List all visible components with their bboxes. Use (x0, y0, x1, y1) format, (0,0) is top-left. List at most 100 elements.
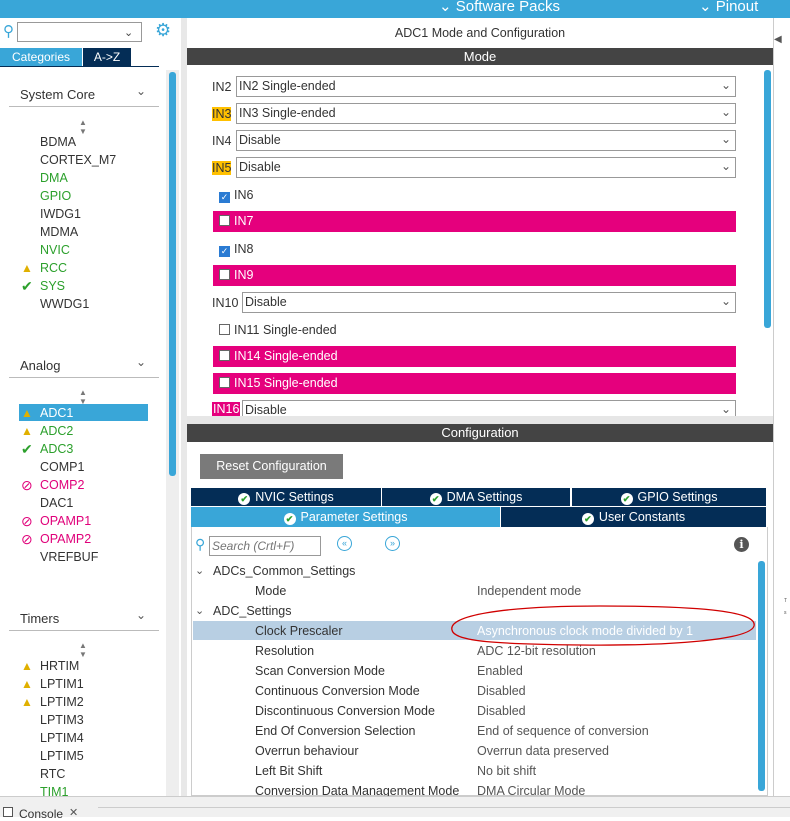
in8-row: ✓ IN8 (219, 242, 254, 257)
list-item-rtc[interactable]: RTC (40, 767, 65, 781)
check-circle-icon: ✔ (238, 493, 251, 505)
search-previous-icon[interactable]: « (337, 536, 352, 551)
system-core-header[interactable]: System Core (20, 87, 95, 102)
param-name-conversion-data-management: Conversion Data Management Mode (255, 784, 460, 796)
in6-row: ✓ IN6 (219, 188, 254, 203)
tab-user-constants[interactable]: ✔ User Constants (501, 507, 766, 527)
collapse-arrow-icon[interactable]: ◀ (774, 34, 782, 45)
list-item-bdma[interactable]: BDMA (40, 135, 76, 149)
warning-icon: ▲ (21, 424, 33, 438)
param-name-clock-prescaler: Clock Prescaler (255, 624, 343, 638)
search-next-icon[interactable]: » (385, 536, 400, 551)
list-item-dma[interactable]: DMA (40, 171, 68, 185)
list-item-lptim4[interactable]: LPTIM4 (40, 731, 84, 745)
group-adc-settings[interactable]: ⌄ ADC_Settings (195, 604, 292, 618)
list-item-lptim2[interactable]: LPTIM2 (40, 695, 84, 709)
chevron-down-icon[interactable]: ⌄ (124, 26, 133, 39)
param-name-left-bit-shift: Left Bit Shift (255, 764, 323, 778)
in16-select[interactable]: Disable ⌄ (242, 400, 736, 416)
list-item-cortex-m7[interactable]: CORTEX_M7 (40, 153, 116, 167)
parameter-scrollbar-thumb[interactable] (758, 561, 765, 791)
reset-configuration-button[interactable]: Reset Configuration (200, 454, 343, 479)
chevron-down-icon[interactable]: ⌄ (136, 608, 146, 622)
list-item-sys[interactable]: SYS (40, 279, 65, 293)
check-circle-icon: ✔ (283, 513, 296, 525)
in8-checkbox[interactable]: ✓ (219, 246, 230, 257)
timers-header[interactable]: Timers (20, 611, 59, 626)
close-icon[interactable]: ✕ (69, 806, 78, 819)
list-item-lptim3[interactable]: LPTIM3 (40, 713, 84, 727)
search-icon: ⚲ (195, 536, 206, 552)
pinout-menu[interactable]: ⌄ Pinout (699, 0, 758, 15)
list-item-opamp1[interactable]: OPAMP1 (40, 514, 91, 528)
param-value-overrun-behaviour[interactable]: Overrun data preserved (477, 744, 609, 758)
search-icon: ⚲ (3, 23, 14, 40)
sort-icon[interactable]: ▲ ▼ (79, 641, 87, 659)
software-packs-menu[interactable]: ⌄ Software Packs (439, 0, 560, 15)
mode-scrollbar-thumb[interactable] (764, 70, 771, 328)
param-value-conversion-data-management[interactable]: DMA Circular Mode (477, 784, 585, 796)
list-item-nvic[interactable]: NVIC (40, 243, 70, 257)
in11-checkbox[interactable] (219, 324, 230, 335)
param-name-overrun-behaviour: Overrun behaviour (255, 744, 359, 758)
list-item-opamp2[interactable]: OPAMP2 (40, 532, 91, 546)
in9-checkbox[interactable] (219, 269, 230, 280)
list-item-lptim5[interactable]: LPTIM5 (40, 749, 84, 763)
parameter-search-input[interactable] (209, 536, 321, 556)
in14-row: IN14 Single-ended (213, 346, 736, 367)
list-item-wwdg1[interactable]: WWDG1 (40, 297, 89, 311)
param-name-scan-conversion: Scan Conversion Mode (255, 664, 385, 678)
group-adcs-common-settings[interactable]: ⌄ ADCs_Common_Settings (195, 564, 355, 578)
list-item-adc3[interactable]: ADC3 (40, 442, 73, 456)
list-item-hrtim[interactable]: HRTIM (40, 659, 79, 673)
list-item-mdma[interactable]: MDMA (40, 225, 78, 239)
warning-icon: ▲ (21, 695, 33, 709)
tab-dma-settings[interactable]: ✔ DMA Settings (382, 488, 570, 506)
info-icon[interactable]: i (734, 537, 749, 552)
configuration-section-header: Configuration (187, 424, 773, 442)
list-item-iwdg1[interactable]: IWDG1 (40, 207, 81, 221)
splitter[interactable] (187, 416, 773, 424)
tab-nvic-settings[interactable]: ✔ NVIC Settings (191, 488, 381, 506)
in4-label: IN4 (212, 134, 232, 148)
list-item-gpio[interactable]: GPIO (40, 189, 71, 203)
in7-checkbox[interactable] (219, 215, 230, 226)
in14-checkbox[interactable] (219, 350, 230, 361)
in5-select[interactable]: Disable ⌄ (236, 157, 736, 178)
in2-select[interactable]: IN2 Single-ended ⌄ (236, 76, 736, 97)
left-scrollbar-thumb[interactable] (169, 72, 176, 476)
param-value-scan-conversion[interactable]: Enabled (477, 664, 523, 678)
in4-select[interactable]: Disable ⌄ (236, 130, 736, 151)
chevron-down-icon: ⌄ (195, 605, 205, 617)
list-item-dac1[interactable]: DAC1 (40, 496, 73, 510)
in10-select[interactable]: Disable ⌄ (242, 292, 736, 313)
list-item-lptim1[interactable]: LPTIM1 (40, 677, 84, 691)
sort-icon[interactable]: ▲ ▼ (79, 118, 87, 136)
in3-select[interactable]: IN3 Single-ended ⌄ (236, 103, 736, 124)
tab-parameter-settings[interactable]: ✔ Parameter Settings (191, 507, 500, 527)
list-item-adc2[interactable]: ADC2 (40, 424, 73, 438)
list-item-adc1[interactable]: ADC1 (40, 406, 73, 420)
param-value-continuous-conversion[interactable]: Disabled (477, 684, 526, 698)
check-circle-icon: ✔ (429, 493, 442, 505)
list-item-comp2[interactable]: COMP2 (40, 478, 84, 492)
chevron-down-icon: ⌄ (699, 0, 712, 15)
param-value-left-bit-shift[interactable]: No bit shift (477, 764, 536, 778)
console-tab[interactable]: Console (19, 807, 63, 821)
tab-categories[interactable]: Categories (0, 48, 82, 66)
in6-checkbox[interactable]: ✓ (219, 192, 230, 203)
list-item-rcc[interactable]: RCC (40, 261, 67, 275)
tab-a-z[interactable]: A->Z (83, 48, 131, 66)
disabled-icon: ⊘ (21, 513, 33, 529)
gear-icon[interactable]: ⚙ (155, 20, 171, 41)
tab-gpio-settings[interactable]: ✔ GPIO Settings (572, 488, 766, 506)
in15-checkbox[interactable] (219, 377, 230, 388)
param-value-mode[interactable]: Independent mode (477, 584, 581, 598)
chevron-down-icon[interactable]: ⌄ (136, 355, 146, 369)
param-value-discontinuous-conversion[interactable]: Disabled (477, 704, 526, 718)
param-value-end-of-conversion[interactable]: End of sequence of conversion (477, 724, 649, 738)
analog-header[interactable]: Analog (20, 358, 60, 373)
list-item-vrefbuf[interactable]: VREFBUF (40, 550, 98, 564)
list-item-comp1[interactable]: COMP1 (40, 460, 84, 474)
chevron-down-icon[interactable]: ⌄ (136, 84, 146, 98)
